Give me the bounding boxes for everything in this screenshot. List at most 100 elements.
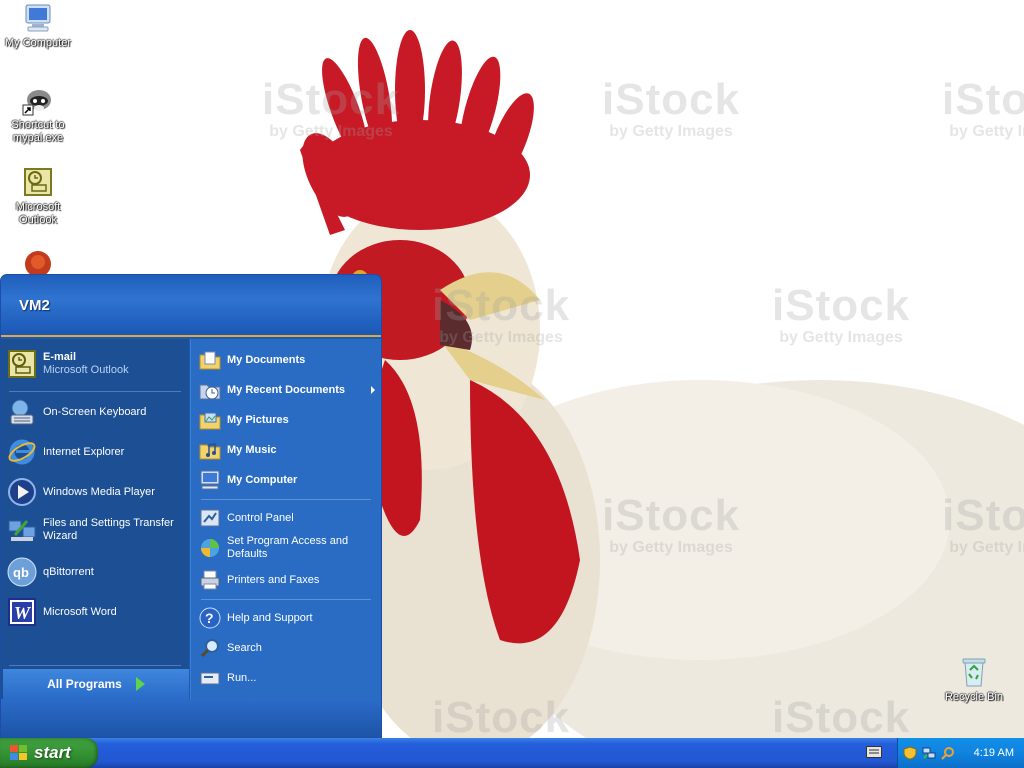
menu-item-label: Control Panel xyxy=(227,511,294,524)
menu-item-help-support[interactable]: ? Help and Support xyxy=(199,607,377,629)
menu-item-qbittorrent[interactable]: qb qBittorrent xyxy=(7,557,185,587)
media-player-icon xyxy=(7,477,37,507)
menu-item-my-recent-documents[interactable]: My Recent Documents xyxy=(199,379,377,401)
menu-item-label: My Pictures xyxy=(227,413,289,426)
user-name: VM2 xyxy=(19,296,50,314)
menu-item-label: On-Screen Keyboard xyxy=(43,405,147,418)
menu-item-label: Microsoft Word xyxy=(43,605,117,618)
watermark: iStockby Getty Images xyxy=(602,491,741,556)
menu-item-label: Set Program Access and Defaults xyxy=(227,535,349,560)
menu-item-printers-faxes[interactable]: Printers and Faxes xyxy=(199,569,377,591)
menu-item-label: E-mail xyxy=(43,351,77,363)
menu-item-sublabel: Microsoft Outlook xyxy=(43,364,129,376)
separator xyxy=(9,391,181,392)
program-access-icon xyxy=(199,537,221,559)
watermark: iStockby Getty Images xyxy=(772,281,911,346)
qbittorrent-icon: qb xyxy=(7,557,37,587)
menu-item-internet-explorer[interactable]: Internet Explorer xyxy=(7,437,185,467)
search-icon xyxy=(199,637,221,659)
menu-item-windows-media-player[interactable]: Windows Media Player xyxy=(7,477,185,507)
computer-icon xyxy=(22,2,54,34)
watermark: iStockby Getty Images xyxy=(262,75,401,140)
computer-icon xyxy=(199,469,221,491)
watermark: iStockby Getty Images xyxy=(942,491,1024,556)
watermark: iStock xyxy=(772,693,911,739)
menu-item-label: Search xyxy=(227,641,262,654)
menu-item-label: Windows Media Player xyxy=(43,485,155,498)
watermark: iStockby Getty Images xyxy=(602,75,741,140)
menu-item-my-music[interactable]: My Music xyxy=(199,439,377,461)
menu-item-label: Help and Support xyxy=(227,611,313,624)
desktop-icon-label: My Computer xyxy=(4,37,72,49)
menu-item-label: My Computer xyxy=(227,473,298,486)
recent-documents-icon xyxy=(199,379,221,401)
separator xyxy=(9,665,181,666)
run-icon xyxy=(199,667,221,689)
svg-text:W: W xyxy=(14,603,32,623)
start-menu-footer xyxy=(1,699,381,739)
svg-text:qb: qb xyxy=(13,565,29,580)
watermark: iStockby Getty Images xyxy=(432,281,571,346)
desktop-icon-recycle-bin[interactable]: Recycle Bin xyxy=(936,656,1012,704)
all-programs-button[interactable]: All Programs xyxy=(3,669,189,699)
clock[interactable]: 4:19 AM xyxy=(974,747,1014,759)
menu-item-microsoft-word[interactable]: W Microsoft Word xyxy=(7,597,185,627)
menu-item-set-program-access[interactable]: Set Program Access and Defaults xyxy=(199,535,377,561)
arrow-right-icon xyxy=(135,677,145,691)
menu-item-label: Printers and Faxes xyxy=(227,573,320,586)
folder-documents-icon xyxy=(199,349,221,371)
system-tray: 4:19 AM xyxy=(897,738,1024,768)
start-menu: VM2 E-mail Microsoft Outlook On-Screen Ke… xyxy=(0,274,382,740)
menu-item-label: My Documents xyxy=(227,353,306,366)
network-icon[interactable] xyxy=(922,746,936,760)
menu-item-on-screen-keyboard[interactable]: On-Screen Keyboard xyxy=(7,397,185,427)
menu-item-my-computer[interactable]: My Computer xyxy=(199,469,377,491)
search-icon[interactable] xyxy=(941,746,955,760)
help-icon: ? xyxy=(199,607,221,629)
menu-item-files-settings-transfer[interactable]: Files and Settings Transfer Wizard xyxy=(7,515,185,545)
separator xyxy=(201,599,371,600)
menu-item-run[interactable]: Run... xyxy=(199,667,377,689)
menu-item-email[interactable]: E-mail Microsoft Outlook xyxy=(7,349,185,379)
desktop-icon-mypal[interactable]: Shortcut to mypal.exe xyxy=(0,84,76,145)
keyboard-icon xyxy=(7,397,37,427)
outlook-icon xyxy=(7,349,37,379)
folder-music-icon xyxy=(199,439,221,461)
desktop-icon-label: Microsoft Outlook xyxy=(15,201,61,226)
internet-explorer-icon xyxy=(7,437,37,467)
folder-pictures-icon xyxy=(199,409,221,431)
start-menu-header: VM2 xyxy=(1,275,381,337)
menu-item-control-panel[interactable]: Control Panel xyxy=(199,507,377,529)
desktop-icon-label: Shortcut to mypal.exe xyxy=(11,119,65,144)
windows-logo-icon xyxy=(10,745,28,761)
desktop-icon-my-computer[interactable]: My Computer xyxy=(0,2,76,50)
menu-item-label: My Music xyxy=(227,443,277,456)
watermark: iStock xyxy=(432,693,571,739)
taskbar: start 4:19 AM xyxy=(0,738,1024,768)
raccoon-icon xyxy=(22,84,54,116)
outlook-icon xyxy=(22,166,54,198)
svg-text:?: ? xyxy=(205,610,214,626)
start-label: start xyxy=(34,743,71,762)
security-shield-icon[interactable] xyxy=(903,746,917,760)
keyboard-icon[interactable] xyxy=(866,746,882,758)
separator xyxy=(201,499,371,500)
menu-item-label: Files and Settings Transfer Wizard xyxy=(43,517,174,542)
control-panel-icon xyxy=(199,507,221,529)
start-menu-left-pane: E-mail Microsoft Outlook On-Screen Keyboa… xyxy=(1,339,189,699)
desktop-icon-label: Recycle Bin xyxy=(944,691,1004,703)
menu-item-label: qBittorrent xyxy=(43,565,94,578)
menu-item-my-documents[interactable]: My Documents xyxy=(199,349,377,371)
all-programs-label: All Programs xyxy=(47,677,122,691)
printer-icon xyxy=(199,569,221,591)
menu-item-my-pictures[interactable]: My Pictures xyxy=(199,409,377,431)
menu-item-label: Internet Explorer xyxy=(43,445,125,458)
watermark: iStockby Getty Images xyxy=(942,75,1024,140)
menu-item-search[interactable]: Search xyxy=(199,637,377,659)
submenu-arrow-icon xyxy=(371,386,375,394)
start-menu-right-pane: My Documents My Recent Documents My Pict… xyxy=(190,339,381,699)
transfer-wizard-icon xyxy=(7,515,37,545)
start-button[interactable]: start xyxy=(0,738,98,768)
desktop-icon-outlook[interactable]: Microsoft Outlook xyxy=(0,166,76,227)
menu-item-label: Run... xyxy=(227,671,257,684)
